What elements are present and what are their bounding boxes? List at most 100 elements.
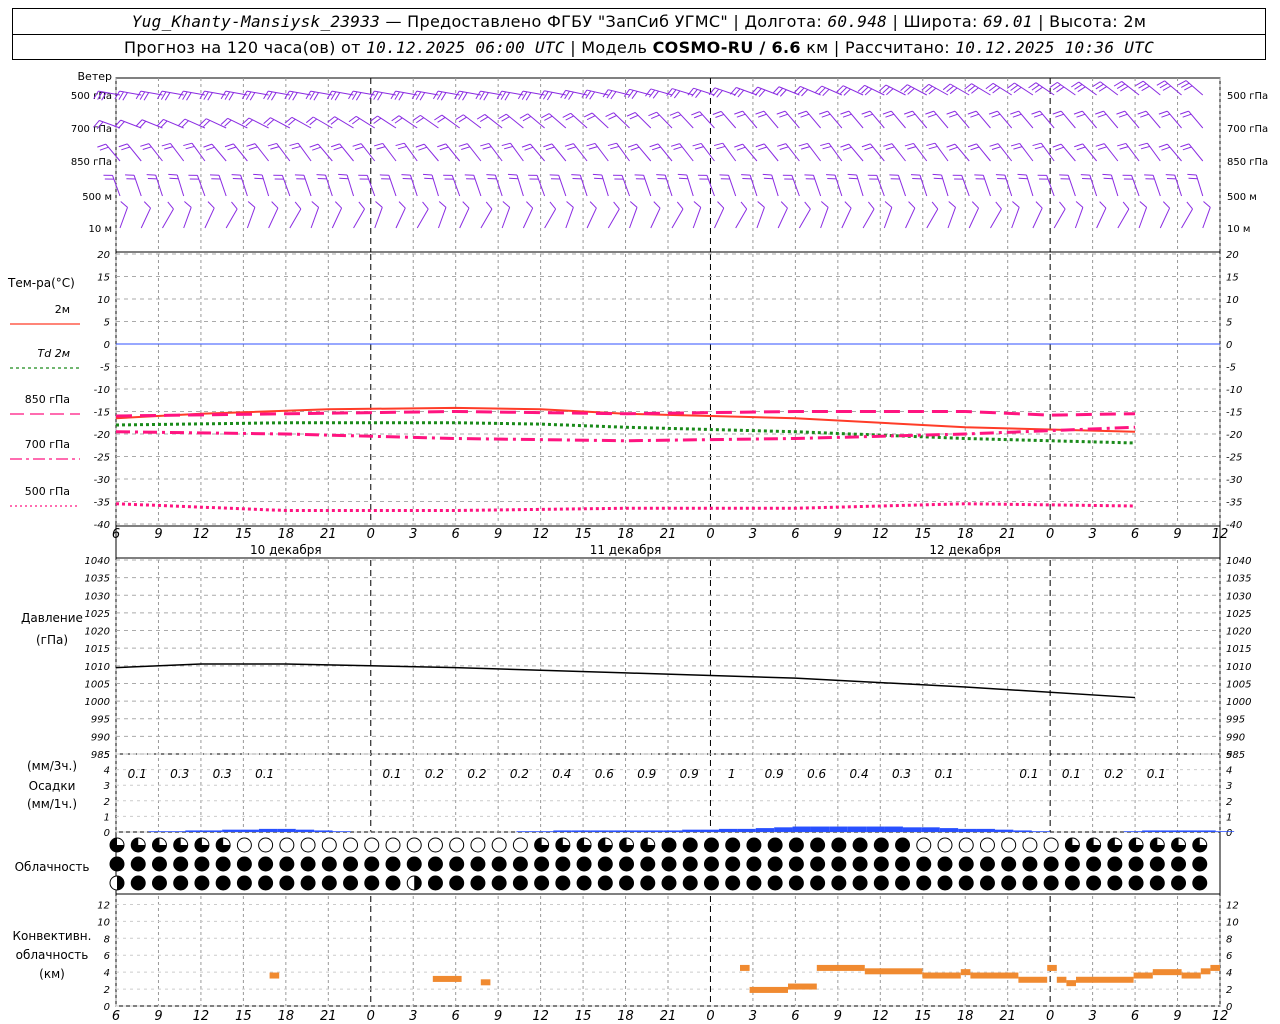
wind-barb	[812, 175, 822, 197]
wind-barb-feather	[842, 113, 852, 118]
precip-y-label: 5	[104, 750, 110, 761]
wind-barb-feather	[1188, 177, 1198, 180]
wind-barb-feather	[1010, 110, 1019, 115]
wind-barb	[664, 174, 673, 197]
cloud-circle	[364, 875, 380, 891]
wind-barb-feather	[525, 92, 532, 101]
x-tick-label-bottom: 21	[999, 1009, 1016, 1024]
wind-barb	[565, 207, 574, 229]
cloud-symbol	[130, 856, 146, 872]
wind-barb-feather	[1113, 81, 1122, 87]
cloud-circle	[406, 856, 422, 872]
wind-barb-feather	[885, 146, 895, 150]
wind-barb-feather	[649, 143, 659, 148]
temp-y-label-right: -35	[1226, 498, 1242, 509]
wind-barb	[1125, 143, 1140, 162]
cloud-circle	[810, 837, 826, 853]
temp-y-label: -15	[94, 408, 110, 419]
cloud-symbol	[746, 856, 762, 872]
precip-3h-total: 1	[728, 767, 736, 781]
wind-barb-feather	[227, 146, 237, 151]
x-tick-label: 3	[749, 527, 757, 542]
wind-barb	[484, 114, 503, 129]
precip-3h-total: 0.1	[382, 767, 401, 781]
x-tick-label-bottom: 15	[914, 1009, 931, 1024]
precip-bar	[571, 830, 591, 832]
cloud-circle	[130, 856, 146, 872]
x-tick-label-bottom: 15	[235, 1009, 252, 1024]
conv-y-label-right: 2	[1226, 985, 1232, 996]
wind-barb	[248, 117, 269, 129]
cloud-symbol	[597, 837, 613, 853]
wind-barb-feather	[652, 90, 659, 99]
wind-barb-feather	[1182, 113, 1192, 118]
wind-barb-feather	[804, 201, 811, 210]
wind-barb	[548, 113, 567, 129]
cloud-symbol	[725, 856, 741, 872]
cloud-circle	[958, 875, 974, 891]
wind-barb-feather	[313, 92, 319, 101]
wind-barb-feather	[626, 111, 636, 117]
pressure-y-label-right: 1000	[1226, 697, 1251, 708]
cloud-symbol	[788, 875, 804, 891]
wind-barb	[276, 143, 291, 162]
wind-barb-feather	[375, 201, 383, 208]
wind-barb-feather	[1135, 80, 1144, 87]
precip-bar	[1013, 830, 1032, 832]
wind-barb-feather	[245, 91, 252, 100]
precip-bar	[1123, 831, 1143, 832]
wind-barb-feather	[440, 92, 447, 101]
x-tick-label: 15	[575, 527, 592, 542]
wind-barb-feather	[678, 177, 689, 180]
x-tick-label-bottom: 6	[791, 1009, 799, 1024]
cloud-circle	[1022, 856, 1038, 872]
wind-barb-feather	[1032, 142, 1042, 147]
precip-y-label-right: 5	[1226, 750, 1232, 761]
wind-barb-feather	[715, 113, 725, 118]
cloud-symbol	[1192, 875, 1208, 891]
wind-barb-feather	[1098, 86, 1107, 92]
wind-barb	[360, 143, 376, 162]
wind-barb	[1124, 110, 1140, 129]
cloud-symbol	[682, 856, 698, 872]
wind-barb-feather	[267, 142, 277, 147]
wind-barb-feather	[311, 201, 319, 208]
wind-barb-feather	[736, 113, 746, 118]
wind-barb	[170, 143, 185, 162]
cloud-symbol	[979, 875, 995, 891]
wind-barb	[240, 174, 248, 197]
conv-cloud-bar	[1210, 964, 1220, 971]
legend-label-1: Td 2м	[38, 347, 71, 360]
cloud-circle	[173, 856, 189, 872]
cloud-circle	[895, 837, 911, 853]
pressure-axis-unit: (гПа)	[36, 633, 68, 647]
wind-barb-feather	[373, 117, 382, 124]
wind-barb-feather	[1055, 113, 1064, 118]
wind-barb-feather	[521, 143, 531, 148]
wind-barb-feather	[864, 146, 874, 151]
cloud-symbol	[555, 837, 571, 853]
x-tick-label-bottom: 0	[1046, 1009, 1054, 1024]
wind-level-label: 850 гПа	[71, 157, 112, 168]
cloud-circle	[1001, 856, 1017, 872]
cloud-symbol	[300, 837, 316, 853]
wind-barb-feather	[358, 201, 365, 210]
wind-level-label: 500 м	[82, 192, 112, 203]
wind-barb-feather	[220, 117, 228, 125]
wind-barb-feather	[692, 142, 702, 147]
conv-cloud-bar	[740, 964, 750, 971]
wind-barb-feather	[1049, 81, 1058, 88]
wind-barb-feather	[164, 146, 173, 150]
precip-bar	[553, 830, 572, 832]
wind-barb-feather	[716, 145, 726, 150]
wind-barb-feather	[608, 115, 617, 120]
wind-barb-feather	[305, 116, 314, 124]
cloud-circle	[194, 875, 210, 891]
cloud-symbol	[1128, 837, 1144, 853]
wind-barb-feather	[309, 91, 316, 100]
x-tick-label: 12	[872, 527, 889, 542]
wind-barb	[771, 174, 779, 197]
cloud-circle	[512, 837, 528, 853]
wind-barb	[848, 110, 864, 129]
wind-barb-feather	[1179, 110, 1189, 115]
